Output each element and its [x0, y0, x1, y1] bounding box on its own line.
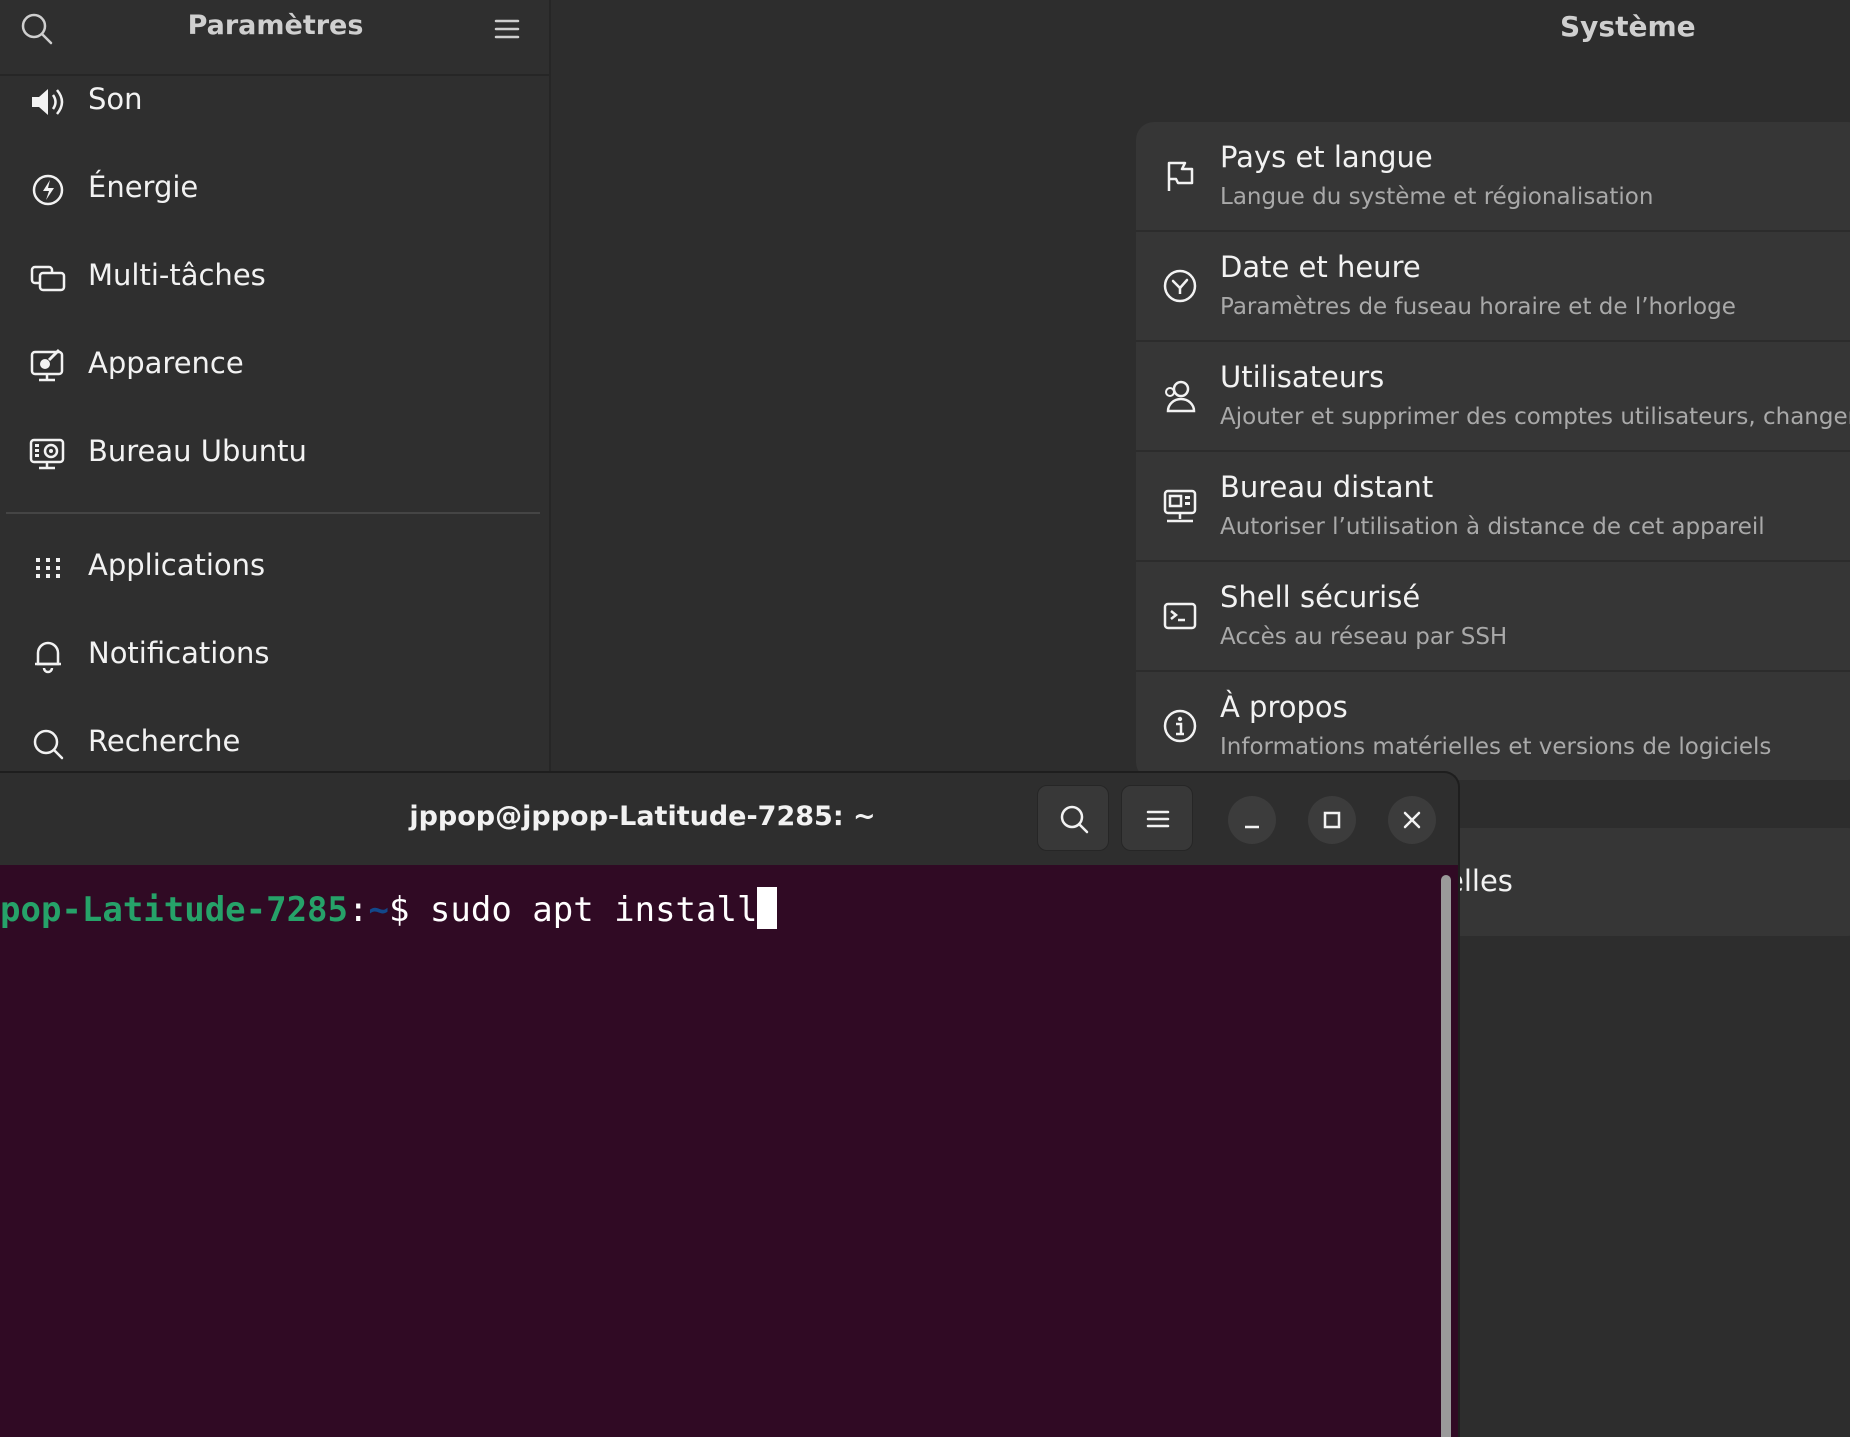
row-subtitle: Informations matérielles et versions de … — [1220, 734, 1772, 760]
sidebar-item-energie[interactable]: Énergie — [0, 150, 551, 230]
row-subtitle: Paramètres de fuseau horaire et de l’hor… — [1220, 294, 1736, 320]
terminal-window: jppop@jppop-Latitude-7285: ~ pop-Latitud… — [0, 771, 1460, 1437]
system-settings-list: Pays et langue Langue du système et régi… — [1136, 122, 1850, 780]
prompt-colon: : — [348, 890, 369, 930]
flag-icon — [1162, 158, 1198, 194]
sidebar-separator — [6, 512, 540, 514]
row-title: Pays et langue — [1220, 140, 1433, 174]
speaker-icon — [28, 84, 68, 120]
bell-icon — [28, 638, 68, 674]
terminal-prompt-line: pop-Latitude-7285:~$ sudo apt install — [0, 887, 778, 930]
sidebar-item-apparence[interactable]: Apparence — [0, 326, 551, 406]
sidebar-item-bureau-ubuntu[interactable]: Bureau Ubuntu — [0, 414, 551, 494]
row-subtitle: Ajouter et supprimer des comptes utilisa… — [1220, 404, 1850, 430]
terminal-search-button[interactable] — [1037, 785, 1109, 851]
sidebar-item-label: Recherche — [88, 724, 241, 758]
row-subtitle: Langue du système et régionalisation — [1220, 184, 1654, 210]
sidebar-item-applications[interactable]: Applications — [0, 528, 551, 608]
terminal-scrollbar[interactable] — [1441, 875, 1451, 1437]
hamburger-menu-icon — [1146, 810, 1170, 828]
clock-icon — [1162, 268, 1198, 304]
apps-grid-icon — [28, 550, 68, 586]
sidebar-item-label: Apparence — [88, 346, 244, 380]
terminal-output[interactable]: pop-Latitude-7285:~$ sudo apt install — [0, 865, 1458, 1437]
row-date-et-heure[interactable]: Date et heure Paramètres de fuseau horai… — [1136, 232, 1850, 342]
row-utilisateurs[interactable]: Utilisateurs Ajouter et supprimer des co… — [1136, 342, 1850, 452]
row-pays-et-langue[interactable]: Pays et langue Langue du système et régi… — [1136, 122, 1850, 232]
info-icon — [1162, 708, 1198, 744]
ubuntu-desktop-icon — [28, 436, 68, 472]
close-icon — [1403, 811, 1421, 829]
users-icon — [1162, 378, 1198, 414]
close-button[interactable] — [1388, 796, 1436, 844]
row-subtitle: Autoriser l’utilisation à distance de ce… — [1220, 514, 1765, 540]
maximize-icon — [1323, 811, 1341, 829]
sidebar-item-label: Son — [88, 82, 143, 116]
row-a-propos[interactable]: À propos Informations matérielles et ver… — [1136, 672, 1850, 780]
row-title: Utilisateurs — [1220, 360, 1385, 394]
sidebar-item-multitaches[interactable]: Multi-tâches — [0, 238, 551, 318]
sidebar-item-label: Applications — [88, 548, 266, 582]
terminal-menu-button[interactable] — [1121, 785, 1193, 851]
row-shell-securise[interactable]: Shell sécurisé Accès au réseau par SSH — [1136, 562, 1850, 672]
text-cursor — [757, 887, 778, 929]
prompt-path: ~ — [368, 890, 389, 930]
multitasking-icon — [28, 260, 68, 296]
sidebar-item-label: Énergie — [88, 170, 199, 204]
hamburger-menu-icon[interactable] — [490, 12, 524, 46]
remote-desktop-icon — [1162, 488, 1198, 524]
sidebar-item-notifications[interactable]: Notifications — [0, 616, 551, 696]
terminal-header-bar[interactable]: jppop@jppop-Latitude-7285: ~ — [0, 773, 1458, 865]
row-bureau-distant[interactable]: Bureau distant Autoriser l’utilisation à… — [1136, 452, 1850, 562]
sidebar-item-label: Bureau Ubuntu — [88, 434, 307, 468]
sidebar-item-label: Multi-tâches — [88, 258, 266, 292]
search-icon — [28, 726, 68, 762]
row-title: Shell sécurisé — [1220, 580, 1421, 614]
appearance-icon — [28, 348, 68, 384]
row-subtitle: Accès au réseau par SSH — [1220, 624, 1508, 650]
prompt-host: pop-Latitude-7285 — [0, 890, 348, 930]
search-icon — [1060, 805, 1089, 834]
maximize-button[interactable] — [1308, 796, 1356, 844]
prompt-dollar: $ — [388, 890, 430, 930]
power-icon — [28, 172, 68, 208]
sidebar-title: Paramètres — [187, 10, 364, 41]
page-title: Système — [1560, 10, 1696, 43]
row-title: Date et heure — [1220, 250, 1421, 284]
terminal-icon — [1162, 598, 1198, 634]
sidebar-item-label: Notifications — [88, 636, 270, 670]
sidebar-item-son[interactable]: Son — [0, 62, 551, 142]
terminal-command: sudo apt install — [429, 890, 758, 930]
row-title: Bureau distant — [1220, 470, 1434, 504]
minimize-button[interactable] — [1228, 796, 1276, 844]
row-title: À propos — [1220, 690, 1348, 724]
minimize-icon — [1245, 825, 1259, 829]
